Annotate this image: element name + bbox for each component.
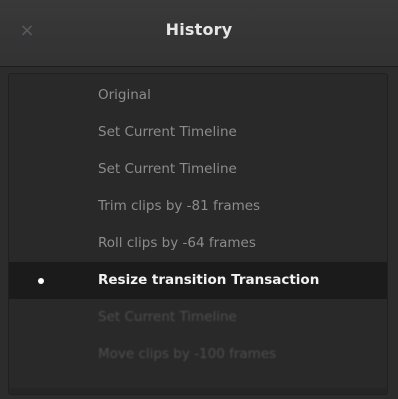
history-item-trim-clips[interactable]: Trim clips by -81 frames (9, 188, 387, 225)
history-item-resize-transition[interactable]: Resize transition Transaction (9, 262, 387, 299)
history-item-label: Set Current Timeline (98, 124, 237, 140)
history-item-label: Set Current Timeline (98, 161, 237, 177)
title-bar: × History (0, 0, 398, 66)
history-item-label: Roll clips by -64 frames (98, 235, 256, 251)
list-bottom-edge (9, 388, 387, 394)
history-list-panel: Original Set Current Timeline Set Curren… (8, 73, 388, 395)
history-item-set-current-timeline-1[interactable]: Set Current Timeline (9, 114, 387, 151)
history-item-label: Original (98, 87, 151, 103)
history-item-set-current-timeline-2[interactable]: Set Current Timeline (9, 151, 387, 188)
history-item-move-clips[interactable]: Move clips by -100 frames (9, 336, 387, 373)
current-state-dot-icon (38, 278, 44, 284)
history-item-original[interactable]: Original (9, 77, 387, 114)
history-item-label: Move clips by -100 frames (98, 346, 277, 362)
divider (0, 66, 398, 67)
history-item-label: Set Current Timeline (98, 309, 237, 325)
history-item-label: Resize transition Transaction (98, 272, 320, 288)
history-item-roll-clips[interactable]: Roll clips by -64 frames (9, 225, 387, 262)
history-window: × History Original Set Current Timeline … (0, 0, 398, 399)
history-item-set-current-timeline-3[interactable]: Set Current Timeline (9, 299, 387, 336)
window-title: History (165, 20, 233, 39)
history-item-label: Trim clips by -81 frames (98, 198, 261, 214)
